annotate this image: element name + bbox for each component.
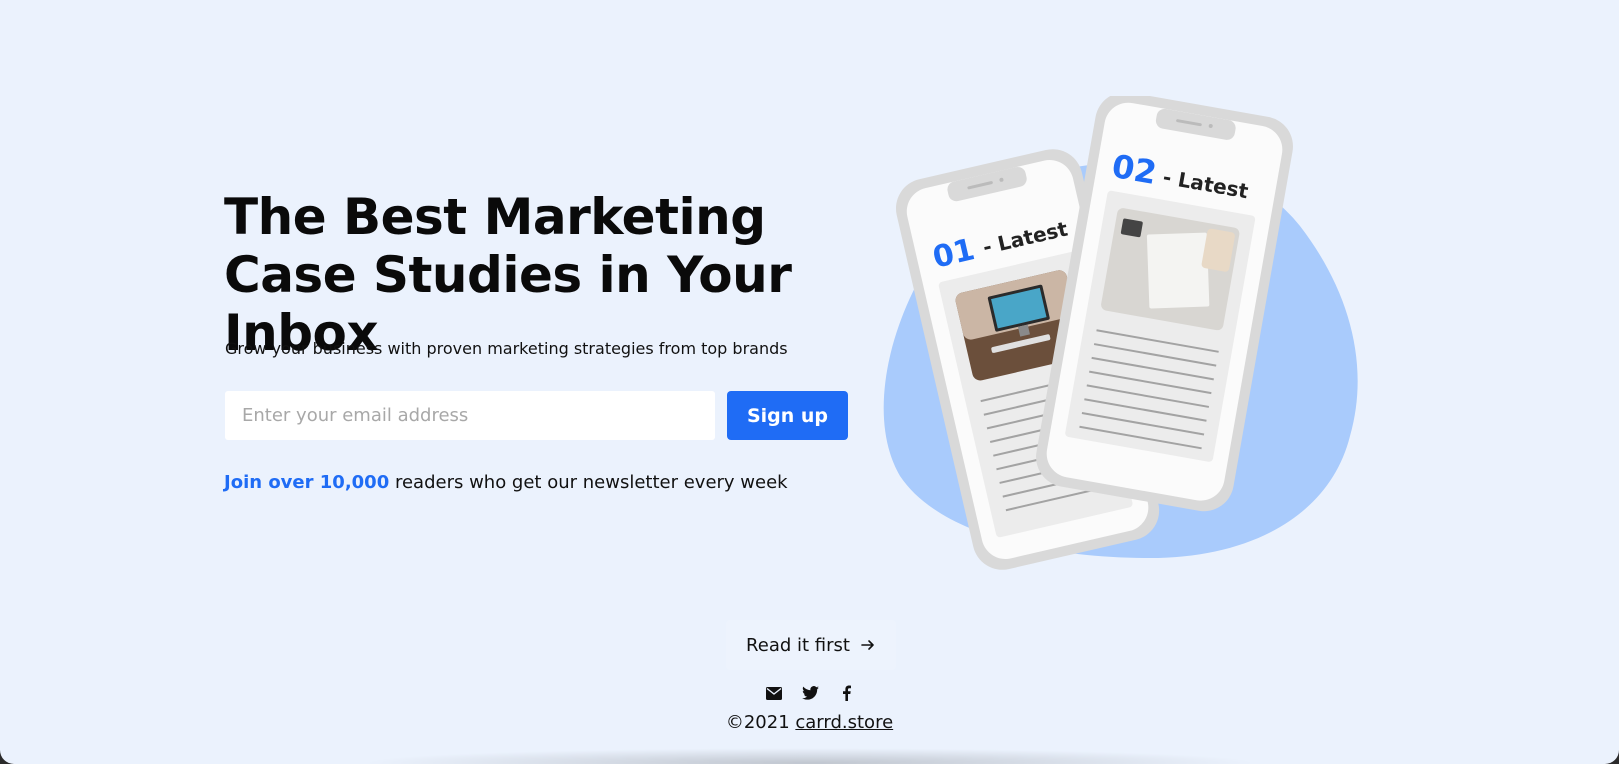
phone-02-number: 02 [1109, 147, 1159, 192]
twitter-icon[interactable] [801, 684, 819, 702]
carrd-store-link[interactable]: carrd.store [795, 712, 893, 733]
signup-button[interactable]: Sign up [727, 391, 848, 440]
landing-page: The Best Marketing Case Studies in Your … [0, 0, 1619, 764]
arrow-right-icon [861, 640, 874, 650]
hero-title: The Best Marketing Case Studies in Your … [224, 188, 792, 362]
footer-copyright: ©2021 carrd.store [0, 712, 1619, 733]
envelope-icon[interactable] [765, 684, 783, 702]
email-input[interactable] [225, 391, 715, 440]
social-links [760, 682, 860, 704]
hero-subtitle: Grow your business with proven marketing… [225, 339, 788, 358]
social-proof-text: Join over 10,000 readers who get our new… [224, 472, 788, 493]
phones-illustration: 01 - Latest 02 - Latest [883, 96, 1358, 570]
copyright-text: ©2021 [725, 712, 796, 733]
subscriber-count-highlight: Join over 10,000 [224, 472, 390, 493]
social-proof-rest: readers who get our newsletter every wee… [389, 472, 788, 493]
bottom-shadow [360, 748, 1260, 764]
read-it-first-label: Read it first [746, 634, 850, 656]
read-it-first-button[interactable]: Read it first [726, 620, 896, 670]
facebook-icon[interactable] [837, 684, 855, 702]
